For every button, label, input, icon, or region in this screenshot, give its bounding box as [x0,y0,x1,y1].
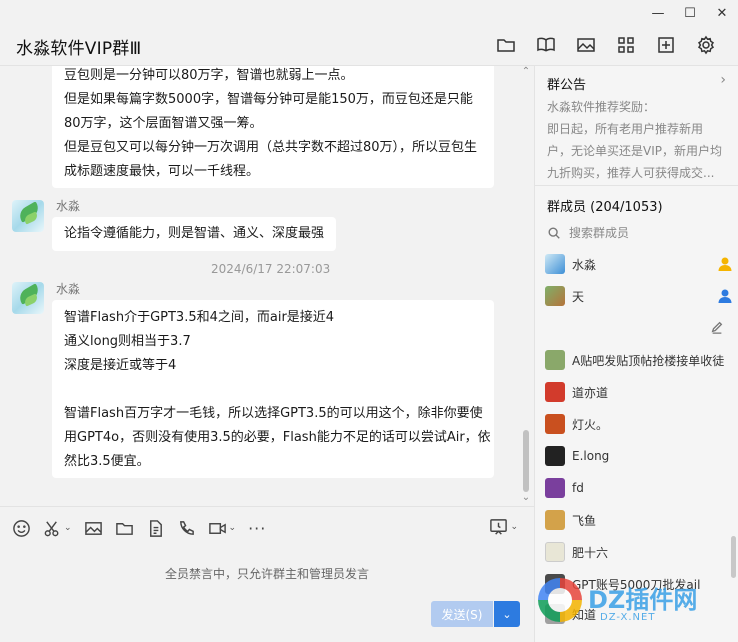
group-info-panel: 群公告 › 水淼软件推荐奖励： 即日起，所有老用户推荐新用 户，无论单买还是VI… [534,66,738,642]
folder-icon[interactable] [115,517,134,539]
avatar [545,414,565,434]
announcement-title[interactable]: 群公告 [547,74,586,93]
avatar [545,510,565,530]
member-item[interactable]: 肥十六 [545,540,735,564]
settings-icon[interactable] [686,34,726,56]
announcement-content[interactable]: 水淼软件推荐奖励： 即日起，所有老用户推荐新用 户，无论单买还是VIP，新用户均… [547,96,727,184]
apps-icon[interactable] [606,34,646,56]
message-bubble[interactable]: 论指令遵循能力，则是智谱、通义、深度最强 [52,217,337,251]
owner-icon [718,257,732,271]
chevron-right-icon[interactable]: › [720,72,726,88]
member-item[interactable]: 天 [545,284,735,308]
member-item[interactable]: 道亦道 [545,380,735,404]
scroll-up-icon[interactable]: ⌃ [520,66,532,77]
chat-toolbar [486,34,726,56]
history-icon[interactable]: ⌄ [489,517,518,536]
scissors-icon[interactable]: ⌄ [43,517,72,539]
emoji-icon[interactable] [12,517,31,539]
member-item[interactable]: A贴吧发贴顶帖抢楼接单收徒 [545,348,735,372]
avatar [545,254,565,274]
avatar [545,446,565,466]
input-area[interactable]: ⌄ ⌄ ··· ⌄ 全员禁言中，只允许群主和管理员发言 发送(S) ⌄ [0,506,534,642]
edit-icon[interactable] [710,320,724,338]
admin-icon [718,289,732,303]
input-toolbar: ⌄ ⌄ ··· [12,517,278,539]
mute-notice: 全员禁言中，只允许群主和管理员发言 [164,567,369,581]
title-bar: 水淼软件VIP群Ⅲ — ☐ ✕ [0,0,738,66]
members-title: 群成员 (204/1053) [547,200,663,215]
chat-scrollbar[interactable] [523,430,529,492]
phone-icon[interactable] [177,517,196,539]
add-window-icon[interactable] [646,34,686,56]
member-item[interactable]: 灯火。 [545,412,735,436]
video-icon[interactable]: ⌄ [208,517,236,539]
close-icon[interactable]: ✕ [706,0,738,26]
scroll-down-icon[interactable]: ⌄ [520,492,532,503]
more-icon[interactable]: ··· [248,517,266,539]
watermark-text: DZ插件网 [588,586,698,614]
member-item[interactable]: fd [545,476,735,500]
member-search[interactable]: 搜索群成员 [547,224,629,241]
send-options-chevron-icon[interactable]: ⌄ [494,601,520,627]
avatar [545,382,565,402]
member-item[interactable]: E.long [545,444,735,468]
doc-icon[interactable] [146,517,165,539]
folder-icon[interactable] [486,34,526,56]
avatar [545,286,565,306]
message-bubble[interactable]: 豆包则是一分钟可以80万字，智谱也就弱上一点。 但是如果每篇字数5000字，智谱… [52,66,494,188]
message-timestamp: 2024/6/17 22:07:03 [211,262,331,276]
avatar [545,350,565,370]
watermark-sub: DZ-X.NET [600,612,656,623]
watermark-logo: DZ插件网 DZ-X.NET [536,576,736,636]
sender-name: 水淼 [56,282,81,296]
send-button[interactable]: 发送(S) [431,601,493,627]
image-icon[interactable] [566,34,606,56]
message-bubble[interactable]: 智谱Flash介于GPT3.5和4之间，而air是接近4 通义long则相当于3… [52,300,494,478]
avatar [545,478,565,498]
book-icon[interactable] [526,34,566,56]
message-list[interactable]: 豆包则是一分钟可以80万字，智谱也就弱上一点。 但是如果每篇字数5000字，智谱… [0,66,534,506]
member-search-placeholder[interactable]: 搜索群成员 [569,224,629,241]
member-item[interactable]: 水淼 [545,252,735,276]
send-group: 发送(S) ⌄ [431,601,520,627]
divider [535,185,738,186]
search-icon [548,226,560,239]
window-controls: — ☐ ✕ [642,0,738,26]
avatar[interactable] [12,282,44,314]
window-title: 水淼软件VIP群Ⅲ [16,39,142,59]
image-icon[interactable] [84,517,103,539]
maximize-icon[interactable]: ☐ [674,0,706,26]
member-item[interactable]: 飞鱼 [545,508,735,532]
member-scrollbar[interactable] [731,536,736,578]
avatar [545,542,565,562]
minimize-icon[interactable]: — [642,0,674,26]
avatar[interactable] [12,200,44,232]
sender-name: 水淼 [56,199,81,213]
